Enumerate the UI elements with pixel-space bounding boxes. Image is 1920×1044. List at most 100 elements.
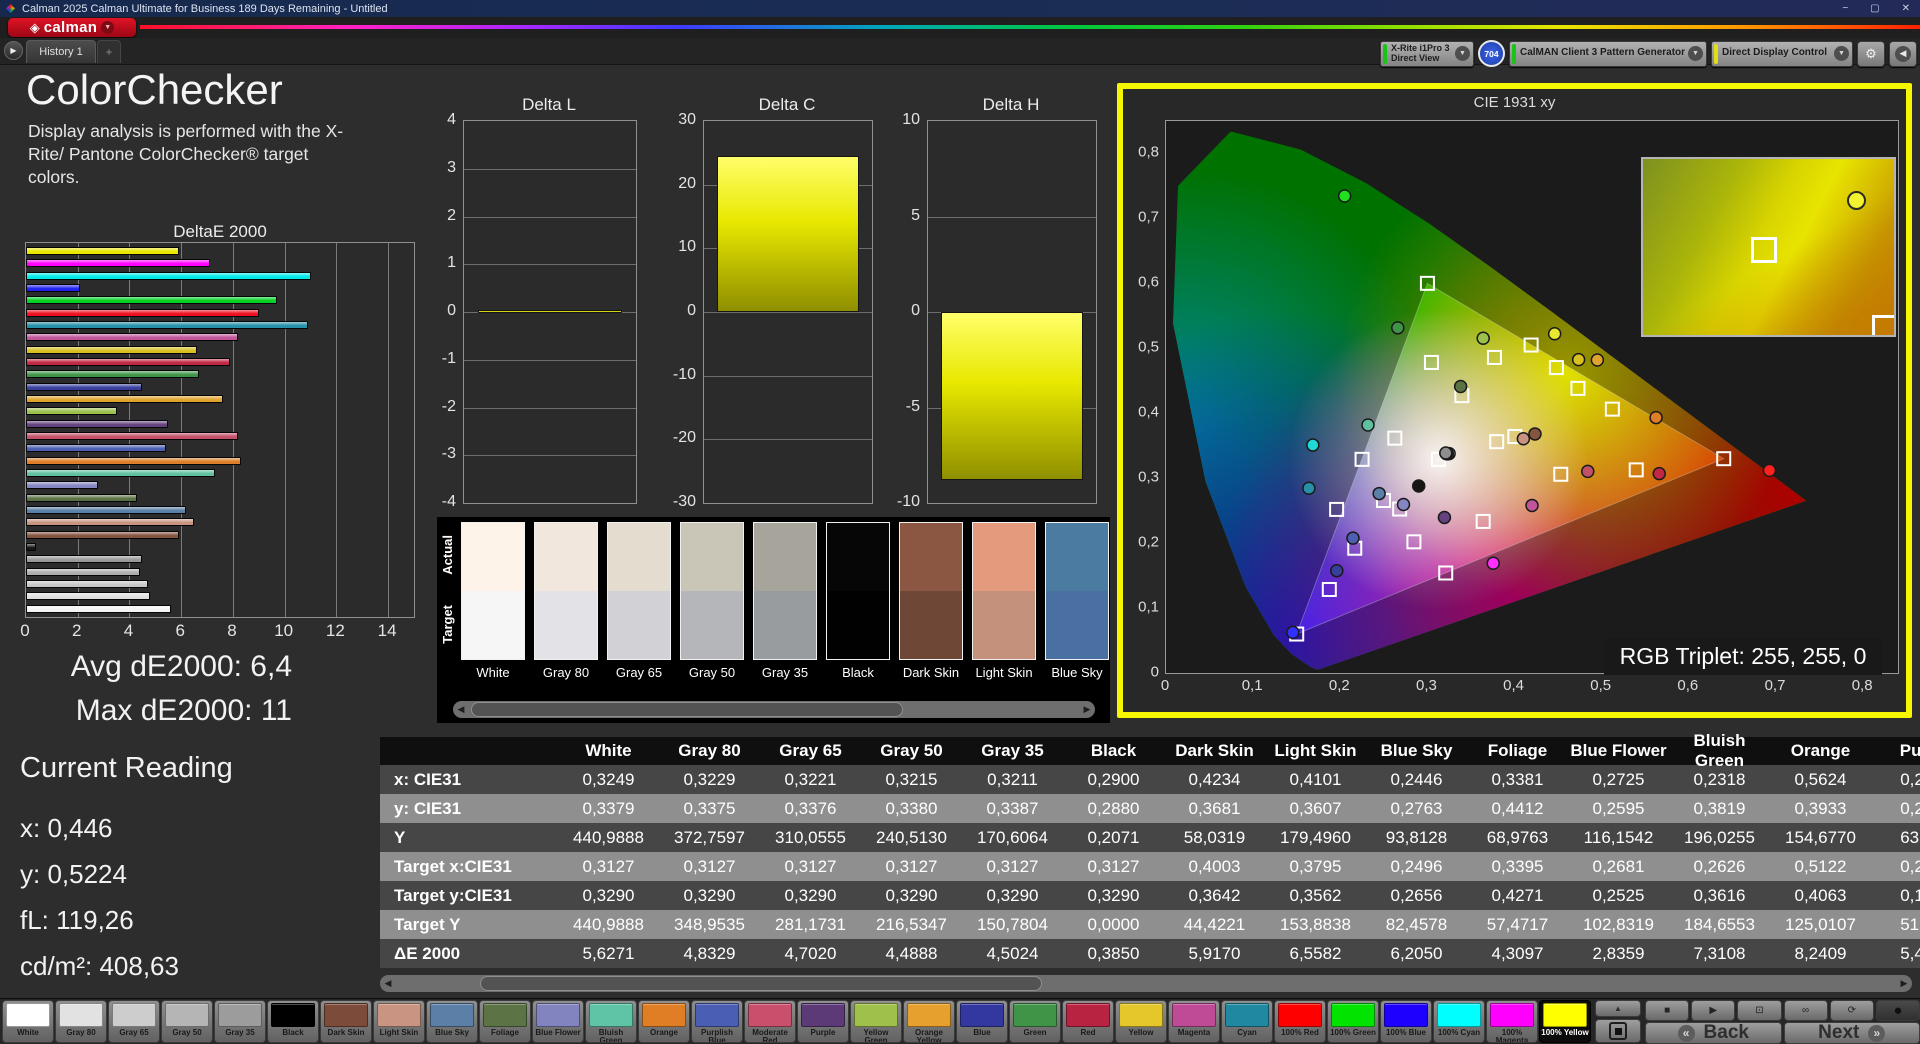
palette-item-blue-sky[interactable]: Blue Sky	[426, 1000, 478, 1043]
reading-x: x: 0,446	[20, 805, 233, 851]
tab-add-button[interactable]: +	[97, 40, 121, 63]
palette-item-light-skin[interactable]: Light Skin	[373, 1000, 425, 1043]
pattern-generator-dropdown[interactable]: CalMAN Client 3 Pattern Generator ▼	[1509, 41, 1707, 67]
table-row: ΔE 20005,62714,83294,70204,48884,50240,3…	[380, 939, 1920, 968]
palette-item-cyan[interactable]: Cyan	[1221, 1000, 1273, 1043]
palette-item-gray-35[interactable]: Gray 35	[214, 1000, 266, 1043]
table-cell: 0,3379	[558, 799, 659, 819]
palette-item-white[interactable]: White	[2, 1000, 54, 1043]
palette-item-yellow[interactable]: Yellow	[1115, 1000, 1167, 1043]
scroll-right-icon[interactable]: ▶	[1896, 975, 1912, 992]
palette-label: Yellow	[1116, 1029, 1166, 1037]
swatch-scrollbar[interactable]: ◀ ▶	[453, 701, 1095, 718]
palette-expand-button[interactable]: ▲	[1595, 1000, 1641, 1017]
palette-item-blue-flower[interactable]: Blue Flower	[532, 1000, 584, 1043]
scroll-right-icon[interactable]: ▶	[1079, 701, 1095, 718]
palette-item-dark-skin[interactable]: Dark Skin	[320, 1000, 372, 1043]
table-cell: 372,7597	[659, 828, 760, 848]
chevrons-left-icon: «	[1678, 1025, 1695, 1042]
display-control-dropdown[interactable]: Direct Display Control ▼	[1711, 41, 1853, 67]
palette-swatch	[536, 1003, 580, 1027]
y-tick-label: -1	[442, 350, 456, 368]
palette-item-100-cyan[interactable]: 100% Cyan	[1433, 1000, 1485, 1043]
palette-item-100-blue[interactable]: 100% Blue	[1380, 1000, 1432, 1043]
table-cell: 5,9170	[1164, 944, 1265, 964]
palette-item-orange[interactable]: Orange	[638, 1000, 690, 1043]
table-cell: 240,5130	[861, 828, 962, 848]
palette-item-gray-80[interactable]: Gray 80	[55, 1000, 107, 1043]
palette-item-black[interactable]: Black	[267, 1000, 319, 1043]
palette-item-moderate-red[interactable]: Moderate Red	[744, 1000, 796, 1043]
palette-item-yellow-green[interactable]: Yellow Green	[850, 1000, 902, 1043]
palette-item-100-red[interactable]: 100% Red	[1274, 1000, 1326, 1043]
palette-item-orange-yellow[interactable]: Orange Yellow	[903, 1000, 955, 1043]
minimize-icon[interactable]: −	[1842, 3, 1848, 14]
table-cell: 5,409	[1871, 944, 1920, 964]
tab-history-1[interactable]: History 1	[26, 40, 96, 63]
deltae-bar-blue-flower	[26, 481, 98, 489]
collapse-panel-button[interactable]: ◀	[1889, 41, 1917, 67]
cie-measured-blue	[1331, 565, 1343, 577]
palette-item-100-magenta[interactable]: 100% Magenta	[1486, 1000, 1538, 1043]
palette-item-100-green[interactable]: 100% Green	[1327, 1000, 1379, 1043]
scroll-left-icon[interactable]: ◀	[380, 975, 396, 992]
palette-label: 100% Blue	[1381, 1029, 1431, 1037]
deltae-xaxis: 02468101214	[25, 621, 415, 645]
table-cell: 0,3395	[1467, 857, 1568, 877]
swatch-items: WhiteGray 80Gray 65Gray 50Gray 35BlackDa…	[461, 522, 1109, 680]
back-button[interactable]: « Back	[1645, 1022, 1782, 1044]
row-label: ΔE 2000	[380, 944, 558, 964]
scroll-left-icon[interactable]: ◀	[453, 701, 469, 718]
y-tick-label: 0,1	[1138, 599, 1159, 616]
palette-item-purplish-blue[interactable]: Purplish Blue	[691, 1000, 743, 1043]
swatch-scrollbar-thumb[interactable]	[471, 702, 903, 717]
y-tick-label: -3	[442, 445, 456, 463]
table-cell: 58,0319	[1164, 828, 1265, 848]
table-cell: 0,3290	[659, 886, 760, 906]
next-button[interactable]: Next »	[1784, 1022, 1920, 1044]
stop-button[interactable]: ■	[1645, 1000, 1689, 1021]
palette-item-blue[interactable]: Blue	[956, 1000, 1008, 1043]
reading-cdm2: cd/m²: 408,63	[20, 943, 233, 989]
table-scrollbar-thumb[interactable]	[480, 976, 1042, 991]
table-cell: 0,2725	[1568, 770, 1669, 790]
close-icon[interactable]: ✕	[1902, 3, 1910, 14]
deltae-bar-yellow-green	[26, 407, 117, 415]
palette-item-red[interactable]: Red	[1062, 1000, 1114, 1043]
pattern-window-button[interactable]	[1595, 1019, 1641, 1043]
table-cell: 0,3249	[558, 770, 659, 790]
deltae-bar-100-yellow	[26, 247, 179, 255]
palette-item-bluish-green[interactable]: Bluish Green	[585, 1000, 637, 1043]
settings-button[interactable]: ⚙	[1857, 41, 1885, 67]
cie-measured-moderate-red	[1582, 465, 1594, 477]
palette-item-gray-50[interactable]: Gray 50	[161, 1000, 213, 1043]
continuous-button[interactable]: ∞	[1784, 1000, 1828, 1021]
palette-item-100-yellow[interactable]: 100% Yellow	[1539, 1000, 1591, 1043]
loop-button[interactable]: ⟳	[1830, 1000, 1874, 1021]
table-scrollbar[interactable]: ◀ ▶	[380, 975, 1912, 992]
column-header-foliage: Foliage	[1467, 741, 1568, 761]
step-button[interactable]: ⊡	[1737, 1000, 1781, 1021]
deltae-bar-gray-80	[26, 592, 150, 600]
palette-item-foliage[interactable]: Foliage	[479, 1000, 531, 1043]
play-button[interactable]: ▶	[1691, 1000, 1735, 1021]
calman-menu-button[interactable]: ◈ calman ▼	[8, 18, 136, 37]
record-button[interactable]: ●	[1876, 1000, 1920, 1021]
palette-item-purple[interactable]: Purple	[797, 1000, 849, 1043]
y-tick-label: 0	[1151, 664, 1159, 681]
cie-measured-red	[1653, 468, 1665, 480]
palette-item-gray-65[interactable]: Gray 65	[108, 1000, 160, 1043]
meter-badge[interactable]: 704	[1478, 40, 1505, 67]
column-header-dark-skin: Dark Skin	[1164, 741, 1265, 761]
cie-measured-cyan	[1303, 482, 1315, 494]
table-cell: 0,214	[1871, 770, 1920, 790]
maximize-icon[interactable]: ▢	[1870, 3, 1879, 14]
palette-item-magenta[interactable]: Magenta	[1168, 1000, 1220, 1043]
y-tick-label: -5	[906, 398, 920, 416]
table-cell: 4,5024	[962, 944, 1063, 964]
cie-measured-blue-sky	[1373, 488, 1385, 500]
meter-select-dropdown[interactable]: X-Rite i1Pro 3 Direct View ▼	[1380, 41, 1474, 67]
palette-item-green[interactable]: Green	[1009, 1000, 1061, 1043]
table-cell: 0,3933	[1770, 799, 1871, 819]
workflow-expand-button[interactable]: ▶	[4, 41, 23, 60]
